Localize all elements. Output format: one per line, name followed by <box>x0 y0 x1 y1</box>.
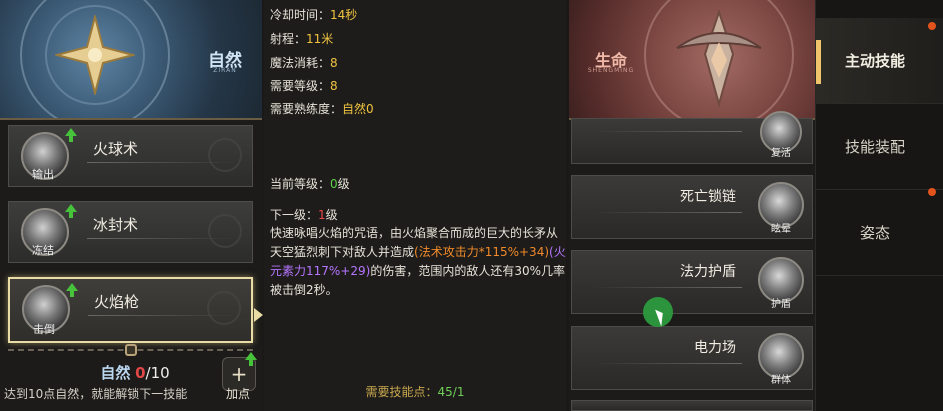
skill-name: 法力护盾 <box>680 264 736 280</box>
cooldown-row: 冷却时间：14秒 <box>270 8 358 22</box>
skill-description: 快速咏唱火焰的咒语，由火焰聚合而成的巨大的长矛从天空猛烈刺下对敌人并造成(法术攻… <box>270 226 566 297</box>
cooldown-value: 14秒 <box>330 8 358 22</box>
school-points: 自然 0/10 <box>60 362 210 383</box>
selection-pointer-icon <box>254 308 263 322</box>
skill-card-electric-field[interactable]: 电力场 群体 <box>571 326 813 390</box>
mana-value: 8 <box>330 56 338 70</box>
skill-tag: 群体 <box>771 375 791 386</box>
next-level-value: 1 <box>318 208 326 222</box>
skill-detail-panel: 冷却时间：14秒 射程：11米 魔法消耗：8 需要等级：8 需要熟练度：自然0 … <box>264 0 566 411</box>
nature-skill-panel: 自然 ZIRAN 输出 火球术 冻结 冰封术 击倒 火焰枪 自然 0/10 达到… <box>0 0 262 411</box>
skill-tag: 复活 <box>771 148 791 159</box>
upgrade-arrow-icon <box>65 128 77 142</box>
tab-active-skills[interactable]: 主动技能 <box>816 18 943 104</box>
star-emblem-icon <box>676 8 762 108</box>
next-level-row: 下一级：1级 <box>270 208 338 222</box>
points-label: 自然 <box>100 364 131 382</box>
req-level-row: 需要等级：8 <box>270 79 338 93</box>
skill-name: 火焰枪 <box>94 293 140 311</box>
skill-tag: 眩晕 <box>771 224 791 235</box>
spell-attack-formula: (法术攻击力*115%+34) <box>414 245 550 259</box>
nature-school-banner[interactable]: 自然 ZIRAN <box>0 0 262 120</box>
skill-card-partial[interactable] <box>571 400 813 411</box>
upgrade-arrow-icon <box>65 204 77 218</box>
mana-row: 魔法消耗：8 <box>270 56 338 70</box>
life-skill-panel: 生命 SHENGMING 复活 死亡锁链 眩晕 法力护盾 护盾 电力场 群体 <box>569 0 815 411</box>
divider <box>592 363 742 364</box>
skill-card-fireball[interactable]: 输出 火球术 <box>8 125 253 187</box>
decorative-emblem-icon <box>208 138 242 172</box>
divider <box>592 131 742 132</box>
skill-name: 冰封术 <box>93 216 139 234</box>
skill-name: 死亡锁链 <box>680 189 736 205</box>
skill-tag: 输出 <box>32 168 54 181</box>
skill-card-mana-shield[interactable]: 法力护盾 护盾 <box>571 250 813 314</box>
skill-tag: 击倒 <box>33 323 55 336</box>
skill-card-ice[interactable]: 冻结 冰封术 <box>8 201 253 263</box>
req-prof-row: 需要熟练度：自然0 <box>270 102 374 116</box>
divider <box>592 287 742 288</box>
skill-card-flame-lance[interactable]: 击倒 火焰枪 <box>8 277 253 343</box>
tab-skill-loadout[interactable]: 技能装配 <box>816 104 943 190</box>
notification-dot-icon <box>928 22 936 30</box>
tab-label: 主动技能 <box>844 52 905 70</box>
unlock-hint: 达到10点自然，就能解锁下一技能 <box>4 387 188 401</box>
upgrade-arrow-icon <box>245 352 257 366</box>
required-skill-points-value: 45/1 <box>437 385 465 399</box>
points-max: /10 <box>145 364 170 382</box>
skill-tag: 冻结 <box>32 244 54 257</box>
lock-icon <box>125 344 137 356</box>
range-value: 11米 <box>306 32 334 46</box>
divider <box>592 212 742 213</box>
tab-stance[interactable]: 姿态 <box>816 190 943 276</box>
current-level-row: 当前等级：0级 <box>270 177 350 191</box>
decorative-emblem-icon <box>207 291 241 325</box>
skill-card-death-chain[interactable]: 死亡锁链 眩晕 <box>571 175 813 239</box>
decorative-emblem-icon <box>208 214 242 248</box>
tab-label: 技能装配 <box>844 138 905 156</box>
skill-name: 电力场 <box>694 340 736 356</box>
skill-tag: 护盾 <box>771 299 791 310</box>
add-point-label[interactable]: 加点 <box>218 385 258 402</box>
req-prof-value: 自然0 <box>342 102 374 116</box>
current-level-value: 0 <box>330 177 338 191</box>
upgrade-arrow-icon <box>66 283 78 297</box>
skill-name: 火球术 <box>93 140 139 158</box>
points-current: 0 <box>135 364 146 382</box>
life-school-banner[interactable]: 生命 SHENGMING <box>569 0 815 120</box>
nature-school-subtitle: ZIRAN <box>213 67 237 74</box>
required-skill-points: 需要技能点：45/1 <box>365 385 465 399</box>
range-row: 射程：11米 <box>270 32 334 46</box>
skill-tabs: 主动技能 技能装配 姿态 <box>815 0 943 411</box>
skill-card-revive[interactable]: 复活 <box>571 111 813 164</box>
life-school-subtitle: SHENGMING <box>587 67 635 74</box>
tab-label: 姿态 <box>859 224 890 242</box>
cross-emblem-icon <box>55 15 135 95</box>
req-level-value: 8 <box>330 79 338 93</box>
